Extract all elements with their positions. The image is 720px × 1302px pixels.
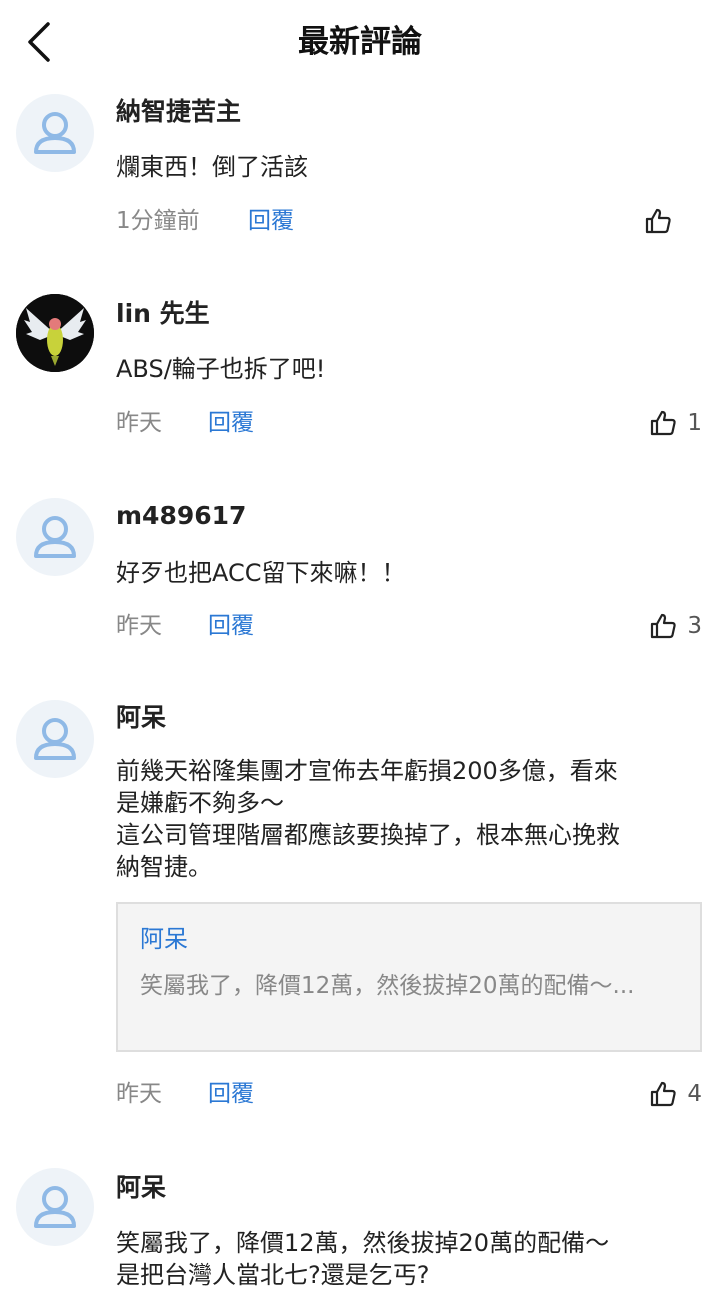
comment-time: 昨天	[116, 613, 162, 639]
thumbs-up-icon	[645, 208, 671, 234]
avatar[interactable]	[16, 94, 94, 172]
comment-text-line: 笑屬我了，降價12萬，然後拔掉20萬的配備～	[116, 1229, 610, 1257]
comment-text-line: 前幾天裕隆集團才宣佈去年虧損200多億，看來	[116, 757, 618, 785]
like-count: 4	[687, 1081, 702, 1107]
avatar[interactable]	[16, 1168, 94, 1246]
like-button[interactable]	[644, 204, 682, 238]
comment-text-line: 是把台灣人當北七?還是乞丐?	[116, 1261, 430, 1289]
quoted-comment[interactable]: 阿呆 笑屬我了，降價12萬，然後拔掉20萬的配備～...	[116, 902, 702, 1052]
quoted-text: 笑屬我了，降價12萬，然後拔掉20萬的配備～...	[140, 973, 635, 999]
comment-time: 1分鐘前	[116, 208, 200, 234]
avatar[interactable]	[16, 498, 94, 576]
header: 最新評論	[0, 0, 720, 86]
comment-time: 昨天	[116, 410, 162, 436]
comment-text-line: 是嫌虧不夠多～	[116, 789, 284, 817]
user-icon	[34, 1186, 76, 1228]
comment-author[interactable]: 阿呆	[116, 700, 166, 736]
page-title: 最新評論	[298, 24, 422, 60]
user-icon	[34, 516, 76, 558]
comment-author[interactable]: m489617	[116, 498, 246, 534]
user-icon	[34, 112, 76, 154]
avatar[interactable]	[16, 700, 94, 778]
like-button[interactable]: 1	[649, 406, 702, 440]
thumbs-up-icon	[651, 410, 677, 436]
comment-text: 爛東西！倒了活該	[116, 153, 308, 181]
like-button[interactable]: 4	[649, 1077, 702, 1111]
comment-author[interactable]: 阿呆	[116, 1170, 166, 1206]
comment-author[interactable]: lin 先生	[116, 296, 210, 332]
user-icon	[34, 718, 76, 760]
like-count: 1	[687, 410, 702, 436]
reply-button[interactable]: 回覆	[208, 1077, 254, 1111]
avatar[interactable]	[16, 294, 94, 372]
thumbs-up-icon	[651, 613, 677, 639]
quoted-author[interactable]: 阿呆	[140, 922, 188, 956]
thumbs-up-icon	[651, 1081, 677, 1107]
comment-author[interactable]: 納智捷苦主	[116, 94, 241, 130]
parrot-photo-icon	[16, 294, 94, 372]
like-button[interactable]: 3	[649, 609, 702, 643]
reply-button[interactable]: 回覆	[248, 204, 294, 238]
comment-text-line: 納智捷。	[116, 853, 212, 881]
comment-text: ABS/輪子也拆了吧!	[116, 355, 326, 383]
comment-time: 昨天	[116, 1081, 162, 1107]
reply-button[interactable]: 回覆	[208, 609, 254, 643]
comment-text-line: 這公司管理階層都應該要換掉了，根本無心挽救	[116, 821, 620, 849]
like-count: 3	[687, 613, 702, 639]
reply-button[interactable]: 回覆	[208, 406, 254, 440]
comment-text: 好歹也把ACC留下來嘛！！	[116, 559, 406, 587]
